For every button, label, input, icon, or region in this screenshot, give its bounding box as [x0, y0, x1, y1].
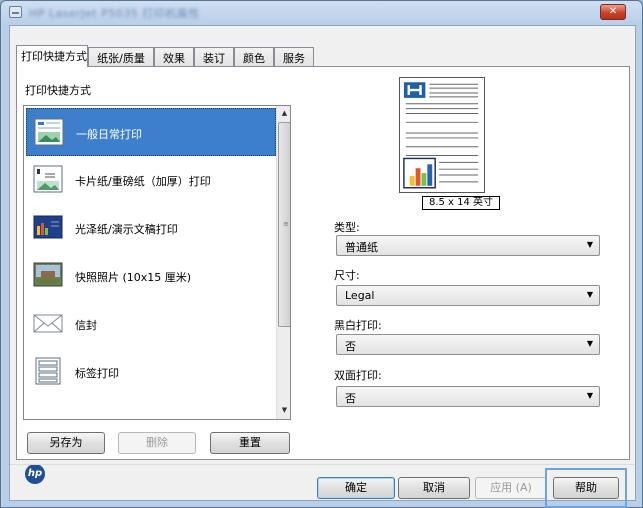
list-item-photo[interactable]: 快照照片 (10x15 厘米) — [26, 252, 276, 300]
labels-icon — [35, 357, 61, 385]
list-item-presentation[interactable]: 光泽纸/演示文稿打印 — [26, 204, 276, 252]
hp-logo: hp — [25, 464, 45, 484]
shortcuts-heading: 打印快捷方式 — [25, 84, 91, 97]
paper-type-dropdown[interactable]: 普通纸 ▼ — [336, 235, 600, 256]
shortcuts-scrollbar[interactable]: ▲ ≡ ▼ — [276, 106, 290, 419]
scroll-thumb[interactable]: ≡ — [278, 122, 290, 327]
shortcuts-listbox[interactable]: 一般日常打印 卡片纸/重磅纸（加厚）打印 光泽纸/演示文稿打印 快照照片 (10… — [23, 105, 291, 420]
paper-size-value: Legal — [345, 289, 375, 302]
paper-size-dropdown[interactable]: Legal ▼ — [336, 285, 600, 306]
apply-button[interactable]: 应用 (A) — [475, 477, 547, 499]
list-item-label: 信封 — [75, 319, 97, 332]
list-item-label: 一般日常打印 — [76, 128, 142, 141]
general-print-icon — [34, 118, 64, 146]
scroll-down-icon[interactable]: ▼ — [277, 403, 290, 418]
bw-print-dropdown[interactable]: 否 ▼ — [336, 334, 600, 355]
window-title: HP LaserJet P5035 打印机属性 — [29, 7, 200, 20]
shortcuts-panel: 打印快捷方式 一般日常打印 卡片纸/重磅纸（加厚）打印 光泽纸/演示文稿打印 快… — [16, 66, 630, 484]
printer-icon — [9, 6, 22, 18]
paper-size-tag: 8.5 x 14 英寸 — [422, 196, 500, 210]
chevron-down-icon: ▼ — [586, 339, 593, 348]
cardstock-icon — [33, 165, 63, 193]
delete-button[interactable]: 删除 — [118, 432, 196, 454]
grip-icon: ≡ — [283, 220, 289, 228]
list-item-envelope[interactable]: 信封 — [26, 300, 276, 348]
close-button[interactable]: ✕ — [600, 4, 626, 20]
photo-icon — [33, 262, 63, 287]
tab-finishing[interactable]: 装订 — [194, 47, 234, 66]
duplex-dropdown[interactable]: 否 ▼ — [336, 386, 600, 407]
list-item-label: 光泽纸/演示文稿打印 — [75, 223, 178, 236]
list-item-cardstock[interactable]: 卡片纸/重磅纸（加厚）打印 — [26, 156, 276, 204]
dialog-body: 打印快捷方式 纸张/质量 效果 装订 颜色 服务 打印快捷方式 一般日常打印 卡… — [9, 25, 636, 508]
paper-type-value: 普通纸 — [345, 241, 378, 254]
duplex-label: 双面打印: — [334, 369, 382, 382]
paper-type-label: 类型: — [334, 221, 360, 234]
tab-print-shortcuts[interactable]: 打印快捷方式 — [16, 45, 88, 67]
cancel-button[interactable]: 取消 — [398, 477, 470, 499]
footer-divider — [10, 464, 635, 465]
chevron-down-icon: ▼ — [586, 290, 593, 299]
tab-services[interactable]: 服务 — [274, 47, 314, 66]
list-item-general[interactable]: 一般日常打印 — [26, 108, 276, 156]
page-preview — [399, 77, 485, 193]
list-item-label: 标签打印 — [75, 367, 119, 380]
ok-button[interactable]: 确定 — [317, 477, 395, 499]
envelope-icon — [33, 314, 63, 333]
save-as-button[interactable]: 另存为 — [27, 432, 105, 454]
printer-properties-window: HP LaserJet P5035 打印机属性 ✕ 打印快捷方式 纸张/质量 效… — [0, 0, 643, 508]
paper-size-label: 尺寸: — [334, 269, 360, 282]
reset-button[interactable]: 重置 — [210, 432, 290, 454]
chevron-down-icon: ▼ — [586, 391, 593, 400]
title-bar[interactable]: HP LaserJet P5035 打印机属性 ✕ — [1, 1, 642, 23]
duplex-value: 否 — [345, 392, 356, 405]
tab-paper-quality[interactable]: 纸张/质量 — [88, 47, 154, 66]
bw-print-label: 黑白打印: — [334, 319, 382, 332]
presentation-icon — [33, 215, 63, 239]
scroll-up-icon[interactable]: ▲ — [277, 106, 290, 121]
list-item-labels[interactable]: 标签打印 — [26, 348, 276, 396]
tab-effects[interactable]: 效果 — [154, 47, 194, 66]
chevron-down-icon: ▼ — [586, 240, 593, 249]
list-item-label: 快照照片 (10x15 厘米) — [75, 271, 192, 284]
list-item-label: 卡片纸/重磅纸（加厚）打印 — [75, 175, 211, 188]
help-button[interactable]: 帮助 — [553, 477, 619, 499]
bw-print-value: 否 — [345, 340, 356, 353]
tab-color[interactable]: 颜色 — [234, 47, 274, 66]
